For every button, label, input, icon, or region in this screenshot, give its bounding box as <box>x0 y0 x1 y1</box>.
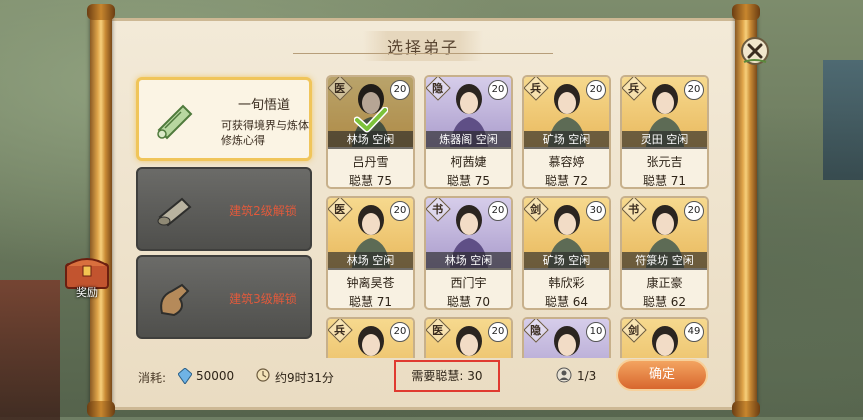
background-roof-left <box>0 280 60 420</box>
disciple-wisdom: 聪慧 62 <box>642 295 687 309</box>
dialog-header: 选择弟子 <box>108 31 738 61</box>
disciple-name: 钟离昊苍 <box>346 276 395 290</box>
disciple-status: 灵田 空闲 <box>622 131 707 149</box>
background-roof-right <box>823 60 863 180</box>
disciple-status: 炼器阁 空闲 <box>426 131 511 149</box>
reward-chest[interactable]: 奖励 <box>58 250 116 308</box>
level-badge: 20 <box>488 322 508 342</box>
close-icon[interactable] <box>740 36 770 66</box>
disciple-wisdom: 聪慧 70 <box>446 295 491 309</box>
checkmark-icon <box>354 107 388 133</box>
disciple-slot-icon <box>556 367 572 383</box>
disciple-card[interactable]: 书 20 符箓坊 空闲康正豪聪慧 62 <box>620 196 709 310</box>
level-badge: 20 <box>586 80 606 100</box>
option-description: 可获得境界与炼体修炼心得 <box>221 119 309 147</box>
sect-badge-label: 医 <box>333 202 345 216</box>
disciple-status: 林场 空闲 <box>328 252 413 270</box>
sect-badge-label: 隐 <box>431 81 443 95</box>
level-badge: 20 <box>390 322 410 342</box>
sect-badge-label: 书 <box>627 202 639 216</box>
disciple-card[interactable]: 医 20 <box>424 317 513 358</box>
reward-label: 奖励 <box>76 286 98 299</box>
sect-badge-label: 兵 <box>529 81 541 95</box>
disciple-card[interactable]: 隐 10 <box>522 317 611 358</box>
option-enlightenment[interactable]: 一旬悟道 可获得境界与炼体修炼心得 <box>136 77 312 161</box>
select-disciple-dialog: 选择弟子 一旬悟道 可获得境界与炼体修炼心得 建筑2级解锁 建筑3级解锁 医 20… <box>108 18 738 410</box>
disciple-card[interactable]: 隐 20 炼器阁 空闲柯茜婕聪慧 75 <box>424 75 513 189</box>
disciple-card[interactable]: 医 20 林场 空闲钟离昊苍聪慧 71 <box>326 196 415 310</box>
level-badge: 20 <box>390 80 410 100</box>
disciple-card[interactable]: 兵 20 矿场 空闲慕容婷聪慧 72 <box>522 75 611 189</box>
disciple-card[interactable]: 兵 20 <box>326 317 415 358</box>
disciple-figure <box>554 326 580 356</box>
disciple-name: 西门宇 <box>450 276 487 290</box>
pouch-icon <box>160 283 190 317</box>
level-badge: 20 <box>390 201 410 221</box>
sect-badge-label: 隐 <box>529 323 541 337</box>
level-badge: 49 <box>684 322 704 342</box>
sect-badge-label: 书 <box>431 202 443 216</box>
sect-badge-label: 医 <box>333 81 345 95</box>
disciple-name: 康正豪 <box>646 276 683 290</box>
sect-badge-label: 兵 <box>627 81 639 95</box>
disciple-name: 韩欣彩 <box>548 276 585 290</box>
disciple-wisdom: 聪慧 75 <box>348 174 393 188</box>
disciple-card[interactable]: 剑 49 <box>620 317 709 358</box>
disciple-figure <box>358 326 384 356</box>
cost-label: 消耗: <box>138 371 167 385</box>
spirit-stone-icon <box>178 368 192 384</box>
level-badge: 20 <box>684 80 704 100</box>
title-divider-right <box>413 53 553 54</box>
title-divider-left <box>293 53 433 54</box>
disciple-grid: 医 20 林场 空闲 吕丹雪 聪慧 75 隐 20 炼器阁 空闲 柯茜婕 聪慧 75 兵 20 矿场 空… <box>326 75 721 358</box>
disciple-name: 张元吉 <box>646 155 683 169</box>
disciple-status: 符箓坊 空闲 <box>622 252 707 270</box>
disciple-wisdom: 聪慧 71 <box>348 295 393 309</box>
disciple-name: 柯茜婕 <box>450 155 487 169</box>
disciple-status: 林场 空闲 <box>426 252 511 270</box>
disciple-wisdom: 聪慧 72 <box>544 174 589 188</box>
level-badge: 30 <box>586 201 606 221</box>
sect-badge-label: 兵 <box>333 323 345 337</box>
scroll-bundle-icon <box>157 197 192 227</box>
option-locked-2[interactable]: 建筑2级解锁 <box>136 167 312 251</box>
scroll-icon <box>157 104 193 140</box>
disciple-card[interactable]: 医 20 林场 空闲吕丹雪聪慧 75 <box>326 75 415 189</box>
option-locked-3[interactable]: 建筑3级解锁 <box>136 255 312 339</box>
duration-value: 约9时31分 <box>275 371 334 385</box>
disciple-wisdom: 聪慧 64 <box>544 295 589 309</box>
dialog-title: 选择弟子 <box>362 31 483 61</box>
slot-count: 1/3 <box>577 369 597 383</box>
sect-badge-label: 剑 <box>529 202 541 216</box>
disciple-card[interactable]: 剑 30 矿场 空闲韩欣彩聪慧 64 <box>522 196 611 310</box>
disciple-card[interactable]: 兵 20 灵田 空闲张元吉聪慧 71 <box>620 75 709 189</box>
sect-badge-label: 医 <box>431 323 443 337</box>
disciple-wisdom: 聪慧 71 <box>642 174 687 188</box>
disciple-status: 矿场 空闲 <box>524 131 609 149</box>
disciple-figure <box>456 326 482 356</box>
scroll-rod-left <box>87 4 115 417</box>
disciple-status: 林场 空闲 <box>328 131 413 149</box>
option-title: 一旬悟道 <box>237 98 290 113</box>
clock-icon <box>256 368 270 382</box>
level-badge: 20 <box>488 80 508 100</box>
disciple-status: 矿场 空闲 <box>524 252 609 270</box>
cost-value: 50000 <box>196 369 235 383</box>
scroll-rod-right <box>732 4 760 417</box>
disciple-name: 吕丹雪 <box>352 155 389 169</box>
level-badge: 20 <box>684 201 704 221</box>
disciple-wisdom: 聪慧 75 <box>446 174 491 188</box>
required-wisdom: 需要聪慧: 30 <box>394 360 500 392</box>
option-lock-label: 建筑3级解锁 <box>229 292 297 306</box>
disciple-name: 慕容婷 <box>548 155 585 169</box>
sect-badge-label: 剑 <box>627 323 639 337</box>
option-lock-label: 建筑2级解锁 <box>229 204 297 218</box>
confirm-button[interactable]: 确定 <box>616 359 708 391</box>
level-badge: 10 <box>586 322 606 342</box>
level-badge: 20 <box>488 201 508 221</box>
disciple-figure <box>652 326 678 356</box>
bottom-bar: 消耗: 50000 约9时31分 需要聪慧: 30 1/3 确定 <box>138 359 728 399</box>
disciple-card[interactable]: 书 20 林场 空闲西门宇聪慧 70 <box>424 196 513 310</box>
